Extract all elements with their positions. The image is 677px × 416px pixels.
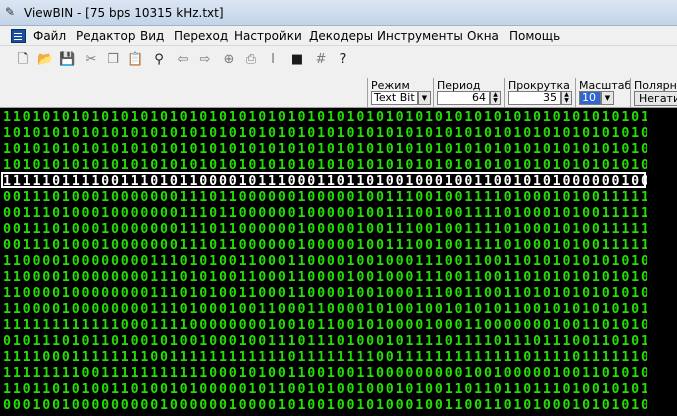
mdi-document-icon[interactable] bbox=[11, 29, 26, 43]
color-square-icon[interactable]: ■ bbox=[289, 52, 305, 68]
menu-bar: Файл Редактор Вид Переход Настройки Деко… bbox=[0, 26, 677, 46]
row-selection-frame bbox=[1, 172, 646, 188]
menu-windows[interactable]: Окна bbox=[467, 29, 499, 43]
bit-row: 1111111100111111111110001010011001001100… bbox=[3, 366, 647, 381]
scroll-spinner[interactable]: ▲ ▼ bbox=[561, 91, 572, 105]
bit-row: 1111111111110001111000000001001011001010… bbox=[3, 318, 647, 333]
control-bar: Режим Text Bit ▼ Период 64 ▲ ▼ Прокрутка … bbox=[0, 78, 677, 108]
back-arrow-icon[interactable]: ⇦ bbox=[175, 52, 191, 68]
bit-row: 1010101010101010101010101010101010101010… bbox=[3, 142, 647, 157]
menu-goto[interactable]: Переход bbox=[174, 29, 228, 43]
bit-row: 0011101000100000001110110000001000001001… bbox=[3, 222, 647, 237]
scale-select[interactable]: 10 bbox=[579, 91, 601, 105]
find-binoculars-icon[interactable]: ⚲ bbox=[151, 52, 167, 68]
bit-row: 1100001000000001110100010011000110000101… bbox=[3, 302, 647, 317]
bit-row: 0011101000100000001110110000001000001001… bbox=[3, 238, 647, 253]
new-file-icon[interactable]: 🗋 bbox=[15, 52, 31, 68]
polarity-group: Полярно Негатив bbox=[630, 78, 677, 107]
bit-view[interactable]: 1101010101010101010101010101010101010101… bbox=[0, 108, 677, 416]
bit-row: 0101110101101001010010001001110111010001… bbox=[3, 334, 647, 349]
period-spinner[interactable]: ▲ ▼ bbox=[490, 91, 501, 105]
spin-down-icon[interactable]: ▼ bbox=[562, 98, 571, 104]
chevron-down-icon[interactable]: ▼ bbox=[601, 91, 614, 105]
mode-select[interactable]: Text Bit bbox=[371, 91, 418, 105]
print-icon[interactable]: ⎙ bbox=[243, 52, 259, 68]
toolbar: 🗋 📂 💾 ✂ ❐ 📋 ⚲ ⇦ ⇨ ⊕ ⎙ I ■ #? bbox=[0, 46, 677, 78]
menu-decoders[interactable]: Декодеры bbox=[309, 29, 373, 43]
bit-row: 1100001000000001110101001100011000010010… bbox=[3, 286, 647, 301]
forward-arrow-icon[interactable]: ⇨ bbox=[197, 52, 213, 68]
open-folder-icon[interactable]: 📂 bbox=[37, 52, 53, 68]
mode-group: Режим Text Bit ▼ bbox=[367, 78, 433, 107]
bit-row: 0001001000000000100000010000101001001010… bbox=[3, 398, 647, 413]
menu-tools[interactable]: Инструменты bbox=[377, 29, 463, 43]
period-group: Период 64 ▲ ▼ bbox=[433, 78, 504, 107]
period-input[interactable]: 64 bbox=[437, 91, 490, 105]
menu-settings[interactable]: Настройки bbox=[234, 29, 302, 43]
paste-icon[interactable]: 📋 bbox=[127, 52, 143, 68]
italic-icon[interactable]: I bbox=[265, 52, 281, 68]
menu-help[interactable]: Помощь bbox=[509, 29, 560, 43]
bit-row: 1111000111111110011111111111101111111100… bbox=[3, 350, 647, 365]
bit-row: 1010101010101010101010101010101010101010… bbox=[3, 126, 647, 141]
negative-button[interactable]: Негатив bbox=[634, 91, 677, 106]
bit-row: 1100001000000001110101001100011000010010… bbox=[3, 254, 647, 269]
spin-down-icon[interactable]: ▼ bbox=[491, 98, 500, 104]
scroll-input[interactable]: 35 bbox=[508, 91, 561, 105]
save-icon[interactable]: 💾 bbox=[59, 52, 75, 68]
bit-row: 1100001000000001110101001100011000010010… bbox=[3, 270, 647, 285]
menu-file[interactable]: Файл bbox=[33, 29, 66, 43]
bit-row: 1101010101010101010101010101010101010101… bbox=[3, 110, 647, 125]
help-icon[interactable]: ? bbox=[335, 52, 351, 68]
window-title: ViewBIN - [75 bps 10315 kHz.txt] bbox=[24, 6, 224, 20]
bit-row: 0011101000100000001110110000001000001001… bbox=[3, 190, 647, 205]
bit-row: 1101101010011010010100000101100101001000… bbox=[3, 382, 647, 397]
cut-icon[interactable]: ✂ bbox=[83, 52, 99, 68]
copy-icon[interactable]: ❐ bbox=[105, 52, 121, 68]
scroll-group: Прокрутка 35 ▲ ▼ bbox=[504, 78, 575, 107]
title-bar: ✎ ViewBIN - [75 bps 10315 kHz.txt] bbox=[0, 0, 677, 26]
viewbin-app-icon: ✎ bbox=[5, 5, 16, 19]
chevron-down-icon[interactable]: ▼ bbox=[418, 91, 431, 105]
scale-group: Масштаб 10 ▼ bbox=[575, 78, 631, 107]
zoom-icon[interactable]: ⊕ bbox=[221, 52, 237, 68]
menu-editor[interactable]: Редактор bbox=[76, 29, 135, 43]
bit-row: 0011101000100000001110110000001000001001… bbox=[3, 206, 647, 221]
menu-view[interactable]: Вид bbox=[140, 29, 164, 43]
grid-icon[interactable]: # bbox=[313, 52, 329, 68]
